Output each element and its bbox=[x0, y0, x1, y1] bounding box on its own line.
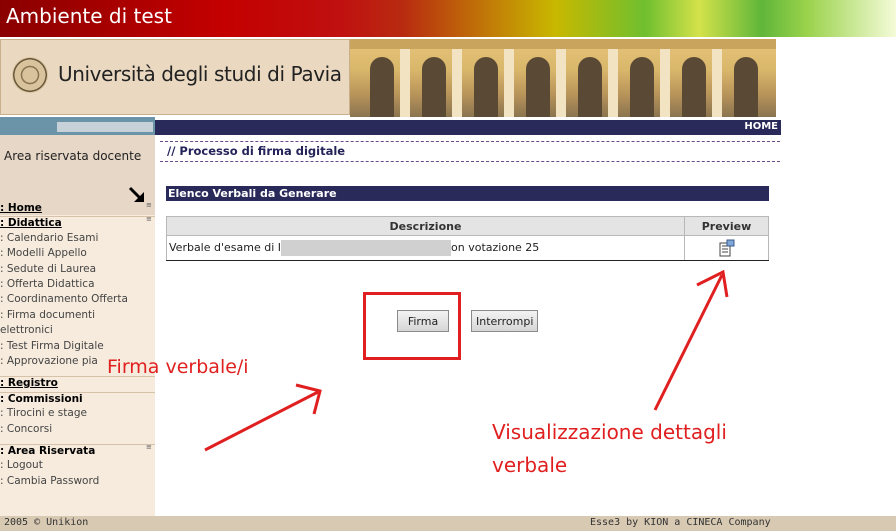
sidebar-item-didattica[interactable]: : Didattica bbox=[0, 216, 155, 229]
sidebar-item-approvazione[interactable]: : Approvazione pia bbox=[0, 355, 98, 367]
annotation-firma: Firma verbale/i bbox=[107, 356, 249, 378]
sidebar-item-coordinamento-offerta[interactable]: : Coordinamento Offerta bbox=[0, 293, 128, 305]
sidebar-item-firma-documenti-cont[interactable]: elettronici bbox=[0, 324, 53, 336]
firma-button[interactable]: Firma bbox=[397, 310, 449, 332]
environment-banner: Ambiente di test bbox=[0, 0, 896, 37]
sidebar-item-offerta-didattica[interactable]: : Offerta Didattica bbox=[0, 278, 95, 290]
section-title: Elenco Verbali da Generare bbox=[166, 186, 769, 201]
annotation-details-line2: verbale bbox=[492, 453, 568, 477]
sidebar-item-commissioni[interactable]: : Commissioni bbox=[0, 392, 155, 405]
document-preview-icon[interactable] bbox=[719, 239, 735, 257]
redacted-name bbox=[281, 240, 452, 256]
sidebar-item-tirocini[interactable]: : Tirocini e stage bbox=[0, 407, 87, 419]
university-name: Università degli studi di Pavia bbox=[58, 62, 342, 86]
top-nav-bar: HOME bbox=[155, 120, 781, 135]
sidebar-topbar bbox=[0, 117, 155, 135]
verbale-description: Verbale d'esame di Ion votazione 25 bbox=[166, 235, 685, 261]
sidebar-item-area-riservata[interactable]: : Area Riservata bbox=[0, 444, 155, 457]
preview-cell bbox=[684, 235, 769, 261]
footer-copyright: 2005 © Unikion bbox=[4, 517, 89, 528]
page-title: // Processo di firma digitale bbox=[167, 144, 346, 158]
sidebar-item-test-firma-digitale[interactable]: : Test Firma Digitale bbox=[0, 340, 104, 352]
header-spacer bbox=[776, 39, 896, 117]
environment-label: Ambiente di test bbox=[6, 4, 172, 28]
sidebar-item-modelli-appello[interactable]: : Modelli Appello bbox=[0, 247, 87, 259]
divider bbox=[160, 161, 780, 162]
verbali-table: Descrizione Preview Verbale d'esame di I… bbox=[166, 216, 769, 261]
sidebar-item-sedute-laurea[interactable]: : Sedute di Laurea bbox=[0, 263, 96, 275]
university-seal-icon bbox=[12, 57, 48, 93]
footer-credits: Esse3 by KION a CINECA Company bbox=[590, 517, 771, 528]
column-header: Descrizione bbox=[166, 216, 685, 236]
table-row: Verbale d'esame di Ion votazione 25 bbox=[166, 235, 769, 261]
sidebar-item-calendario-esami[interactable]: : Calendario Esami bbox=[0, 232, 98, 244]
courtyard-photo bbox=[350, 39, 776, 117]
sidebar-item-home[interactable]: : Home bbox=[0, 202, 42, 214]
divider bbox=[160, 141, 780, 142]
sidebar-item-concorsi[interactable]: : Concorsi bbox=[0, 423, 52, 435]
sidebar: Area riservata docente : Home ≡ : Didatt… bbox=[0, 117, 155, 516]
column-header: Preview bbox=[684, 216, 769, 236]
interrompi-button[interactable]: Interrompi bbox=[471, 310, 538, 332]
footer: 2005 © Unikion Esse3 by KION a CINECA Co… bbox=[0, 516, 896, 531]
sidebar-item-logout[interactable]: : Logout bbox=[0, 459, 43, 471]
site-header: Università degli studi di Pavia bbox=[0, 37, 896, 117]
area-label: Area riservata docente bbox=[4, 149, 142, 163]
sidebar-item-firma-documenti[interactable]: : Firma documenti bbox=[0, 309, 95, 321]
annotation-details-line1: Visualizzazione dettagli bbox=[492, 420, 727, 444]
home-link[interactable]: HOME bbox=[744, 121, 778, 132]
university-logo[interactable]: Università degli studi di Pavia bbox=[0, 39, 350, 115]
sidebar-item-cambia-password[interactable]: : Cambia Password bbox=[0, 475, 99, 487]
arrow-down-right-icon bbox=[128, 186, 144, 202]
